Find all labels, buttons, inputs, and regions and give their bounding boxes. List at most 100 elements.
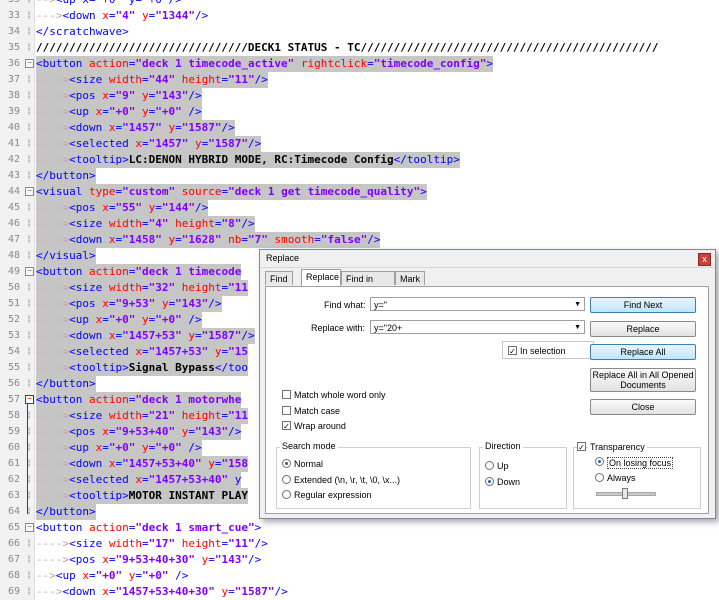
fold-toggle-icon[interactable]: −: [25, 267, 34, 276]
replace-all-button[interactable]: Replace All: [590, 344, 696, 360]
token-val: "11": [228, 73, 255, 86]
code-line[interactable]: 68 ¦ --><up x="+0" y="+0" />: [0, 568, 719, 584]
search-mode-regex-radio[interactable]: [282, 490, 291, 499]
token-attr: y: [142, 441, 149, 454]
token-tag: [195, 553, 202, 566]
token-attr: y: [142, 313, 149, 326]
token-tag: =: [208, 553, 215, 566]
search-mode-normal-radio[interactable]: [282, 459, 291, 468]
line-number: 40: [7, 122, 20, 133]
fold-toggle-icon[interactable]: −: [25, 59, 34, 68]
transparency-slider-thumb[interactable]: [622, 488, 628, 499]
code-line[interactable]: 65− <button action="deck 1 smart_cue">: [0, 520, 719, 536]
wrap-around-checkbox[interactable]: ✓: [282, 421, 291, 431]
code-line[interactable]: 46 ¦ ----><size width="4" height="8"/>: [0, 216, 719, 232]
code-line[interactable]: 67 ¦ ----><pos x="9+53+40+30" y="143"/>: [0, 552, 719, 568]
fold-line-icon: ¦: [26, 122, 32, 131]
find-next-button[interactable]: Find Next: [590, 297, 696, 313]
tab-mark[interactable]: Mark: [395, 271, 425, 285]
token-tag: />: [274, 585, 288, 598]
fold-line-icon: ¦: [26, 458, 32, 467]
code-line[interactable]: 40 ¦ ----><down x="1457" y="1587"/>: [0, 120, 719, 136]
token-val: "11: [228, 281, 248, 294]
replace-with-combo[interactable]: y="20+ ▼: [370, 320, 585, 334]
code-line[interactable]: 41 ¦ ----><selected x="1457" y="1587"/>: [0, 136, 719, 152]
token-val: "timecode_config": [373, 57, 487, 70]
token-tag: />: [228, 425, 242, 438]
transparency-always-radio[interactable]: [595, 473, 604, 482]
code-line[interactable]: 35 ¦ ////////////////////////////////DECK1…: [0, 40, 719, 56]
code-line[interactable]: 45 ¦ ----><pos x="55" y="144"/>: [0, 200, 719, 216]
code-line[interactable]: 36− <button action = "deck 1 timecode_activ…: [0, 56, 719, 72]
code-line[interactable]: 38 ¦ ----><pos x="9" y="143"/>: [0, 88, 719, 104]
token-tag: [188, 137, 195, 150]
token-val: "17": [148, 537, 176, 550]
transparency-on-losing-focus-radio[interactable]: [595, 457, 604, 466]
token-tag: />: [241, 329, 255, 342]
token-attr: action: [88, 521, 129, 534]
direction-down-radio[interactable]: [485, 477, 494, 486]
token-tag: <selected: [69, 345, 136, 358]
chevron-down-icon[interactable]: ▼: [574, 298, 581, 312]
fold-line-icon: ¦: [26, 42, 32, 51]
fold-line-icon: ¦: [26, 362, 32, 371]
replace-button[interactable]: Replace: [590, 321, 696, 337]
code-line[interactable]: 66 ¦ ----><size width="17" height="11"/>: [0, 536, 719, 552]
code-line[interactable]: 42 ¦ ----><tooltip>LC:DENON HYBRID MODE, R…: [0, 152, 719, 168]
token-tag: =: [142, 217, 149, 230]
transparency-checkbox[interactable]: ✓: [577, 442, 586, 452]
code-text: --><up x="+0" y="+0"/>: [36, 0, 182, 8]
token-tag: [175, 425, 182, 438]
token-val: "55": [115, 201, 143, 214]
search-mode-extended-radio[interactable]: [282, 475, 291, 484]
code-line[interactable]: 43 ¦ </button>: [0, 168, 719, 184]
code-line[interactable]: 35 ¦--><up x="+0" y="+0"/>: [0, 0, 719, 8]
token-val: "1457+53+40": [148, 473, 229, 486]
direction-title: Direction: [483, 441, 523, 451]
fold-toggle-icon[interactable]: −: [25, 187, 34, 196]
code-line[interactable]: 69 ¦ ---><down x="1457+53+40+30" y="1587"/…: [0, 584, 719, 600]
dialog-titlebar[interactable]: Replace x: [260, 250, 715, 268]
line-number: 50: [7, 282, 20, 293]
code-line[interactable]: 34 ¦ </scratchwave>: [0, 24, 719, 40]
code-line[interactable]: 47 ¦ ----><down x="1458" y="1628" nb="7" s…: [0, 232, 719, 248]
code-text: ----><pos x="9+53+40+30" y="143"/>: [36, 552, 261, 568]
close-button[interactable]: Close: [590, 399, 696, 415]
token-tag: />: [254, 73, 268, 86]
token-txt: Signal Bypass: [128, 361, 215, 374]
indent-arrow: ---->: [36, 457, 70, 470]
line-number: 63: [7, 490, 20, 501]
direction-down-label: Down: [497, 477, 521, 487]
fold-toggle-icon[interactable]: −: [25, 395, 34, 404]
code-line[interactable]: 37 ¦ ----><size width="44" height="11"/>: [0, 72, 719, 88]
indent-arrow: ---->: [36, 425, 70, 438]
code-line[interactable]: 39 ¦ ----><up x="+0" y="+0" />: [0, 104, 719, 120]
token-val: "9+53": [115, 297, 156, 310]
code-line[interactable]: 44− <visual type="custom" source="deck 1 …: [0, 184, 719, 200]
fold-toggle-icon[interactable]: −: [25, 523, 34, 532]
find-what-combo[interactable]: y=" ▼: [370, 297, 585, 311]
match-case-checkbox[interactable]: [282, 406, 291, 415]
tab-find[interactable]: Find: [265, 271, 293, 285]
replace-all-opened-button[interactable]: Replace All in All Opened Documents: [590, 368, 696, 392]
fold-line-icon: ¦: [26, 426, 32, 435]
token-tag: <up: [69, 441, 96, 454]
indent-arrow: ---->: [36, 473, 70, 486]
line-number: 35: [0, 0, 20, 8]
match-whole-word-label: Match whole word only: [294, 390, 386, 400]
chevron-down-icon[interactable]: ▼: [574, 321, 581, 335]
code-text: <button action="deck 1 smart_cue">: [36, 520, 261, 536]
close-icon[interactable]: x: [698, 253, 711, 266]
token-tag: =: [108, 553, 116, 566]
direction-up-radio[interactable]: [485, 461, 494, 470]
tab-replace[interactable]: Replace: [301, 269, 341, 286]
search-mode-title: Search mode: [280, 441, 338, 451]
token-val: "+0": [108, 105, 136, 118]
token-attr: x: [102, 425, 109, 438]
match-whole-word-checkbox[interactable]: [282, 390, 291, 399]
in-selection-checkbox[interactable]: ✓: [508, 346, 517, 356]
code-line[interactable]: 33 ¦ ---><down x="4" y="1344"/>: [0, 8, 719, 24]
tab-find-in-files[interactable]: Find in Files: [341, 271, 395, 298]
token-tag: />: [221, 121, 235, 134]
token-tag: />: [188, 89, 202, 102]
